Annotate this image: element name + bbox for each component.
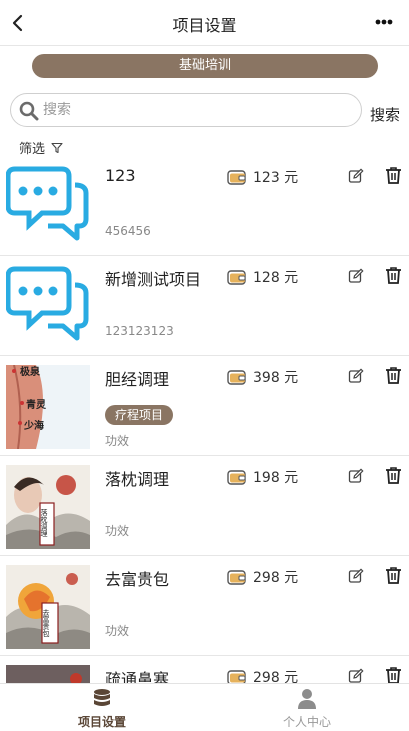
user-icon [298, 689, 316, 709]
item-subtitle: 123123123 [105, 324, 174, 338]
trash-icon[interactable] [385, 666, 402, 683]
item-price: 198 元 [253, 470, 299, 486]
thumb-poster-text: 去富贵包 [42, 608, 50, 637]
bottom-tab-bar: 项目设置 个人中心 [0, 683, 409, 731]
search-icon [19, 101, 39, 121]
database-icon [94, 689, 110, 706]
list-item[interactable]: 新增测试项目 123123123 128 元 [0, 256, 409, 356]
item-name: 新增测试项目 [105, 270, 202, 289]
tab-label: 项目设置 [77, 715, 126, 729]
funnel-icon [51, 142, 63, 153]
trash-icon[interactable] [385, 366, 402, 384]
list-item[interactable]: 123 456456 123 元 [0, 156, 409, 256]
item-name: 胆经调理 [105, 370, 170, 389]
thumb-label-qingling: 青灵 [26, 398, 47, 411]
trash-icon[interactable] [385, 166, 402, 184]
poster-image: 落枕调理 [6, 465, 90, 549]
filter-button[interactable]: 筛选 [19, 138, 63, 157]
list-item[interactable]: 极泉 青灵 少海 胆经调理 疗程项目 功效 398 元 [0, 356, 409, 456]
item-subtitle: 功效 [105, 434, 130, 448]
filter-label: 筛选 [19, 142, 46, 157]
edit-icon[interactable] [348, 668, 364, 683]
page-title: 项目设置 [172, 16, 237, 35]
search-button[interactable]: 搜索 [370, 104, 400, 125]
item-subtitle: 功效 [105, 624, 130, 638]
wallet-icon [227, 670, 246, 683]
trash-icon[interactable] [385, 266, 402, 284]
chat-bubble-icon [6, 166, 89, 241]
edit-icon[interactable] [348, 368, 364, 384]
trash-icon[interactable] [385, 466, 402, 484]
wallet-icon [227, 270, 246, 285]
project-list: 123 456456 123 元 新增测试项目 123123123 128 元 … [0, 156, 409, 683]
item-subtitle: 456456 [105, 224, 151, 238]
search-box [10, 93, 362, 127]
thumb-poster-text: 落枕调理 [40, 508, 48, 537]
list-item[interactable]: 落枕调理 落枕调理 功效 198 元 [0, 456, 409, 556]
top-nav-bar: 项目设置 [0, 0, 409, 46]
item-subtitle: 功效 [105, 524, 130, 538]
category-pill[interactable]: 基础培训 [32, 54, 378, 78]
meridian-photo: 极泉 青灵 少海 [6, 365, 90, 449]
item-name: 疏通鼻塞 [105, 670, 170, 683]
item-price: 123 元 [253, 170, 299, 186]
tab-personal-center[interactable]: 个人中心 [205, 684, 409, 731]
list-item[interactable]: 去富贵包 去富贵包 功效 298 元 [0, 556, 409, 656]
item-price: 128 元 [253, 270, 299, 286]
tab-label: 个人中心 [282, 715, 331, 729]
item-name: 去富贵包 [105, 570, 170, 589]
chat-bubble-icon [6, 266, 89, 341]
search-input[interactable] [43, 99, 343, 121]
more-horizontal-icon[interactable] [375, 18, 393, 26]
tab-project-settings[interactable]: 项目设置 [0, 684, 204, 731]
item-name: 123 [105, 166, 136, 185]
poster-image: 去富贵包 [6, 565, 90, 649]
item-price: 298 元 [253, 570, 299, 586]
course-tag: 疗程项目 [105, 405, 174, 425]
item-name: 落枕调理 [105, 470, 170, 489]
item-price: 398 元 [253, 370, 299, 386]
wallet-icon [227, 370, 246, 385]
item-price: 298 元 [253, 670, 299, 683]
trash-icon[interactable] [385, 566, 402, 584]
wallet-icon [227, 470, 246, 485]
edit-icon[interactable] [348, 268, 364, 284]
thumb-label-jiquan: 极泉 [20, 365, 41, 378]
wallet-icon [227, 570, 246, 585]
list-item[interactable]: 疏通鼻塞 298 元 [0, 656, 409, 683]
edit-icon[interactable] [348, 168, 364, 184]
edit-icon[interactable] [348, 468, 364, 484]
poster-image [6, 665, 90, 683]
edit-icon[interactable] [348, 568, 364, 584]
wallet-icon [227, 170, 246, 185]
thumb-label-shaohai: 少海 [23, 419, 44, 432]
